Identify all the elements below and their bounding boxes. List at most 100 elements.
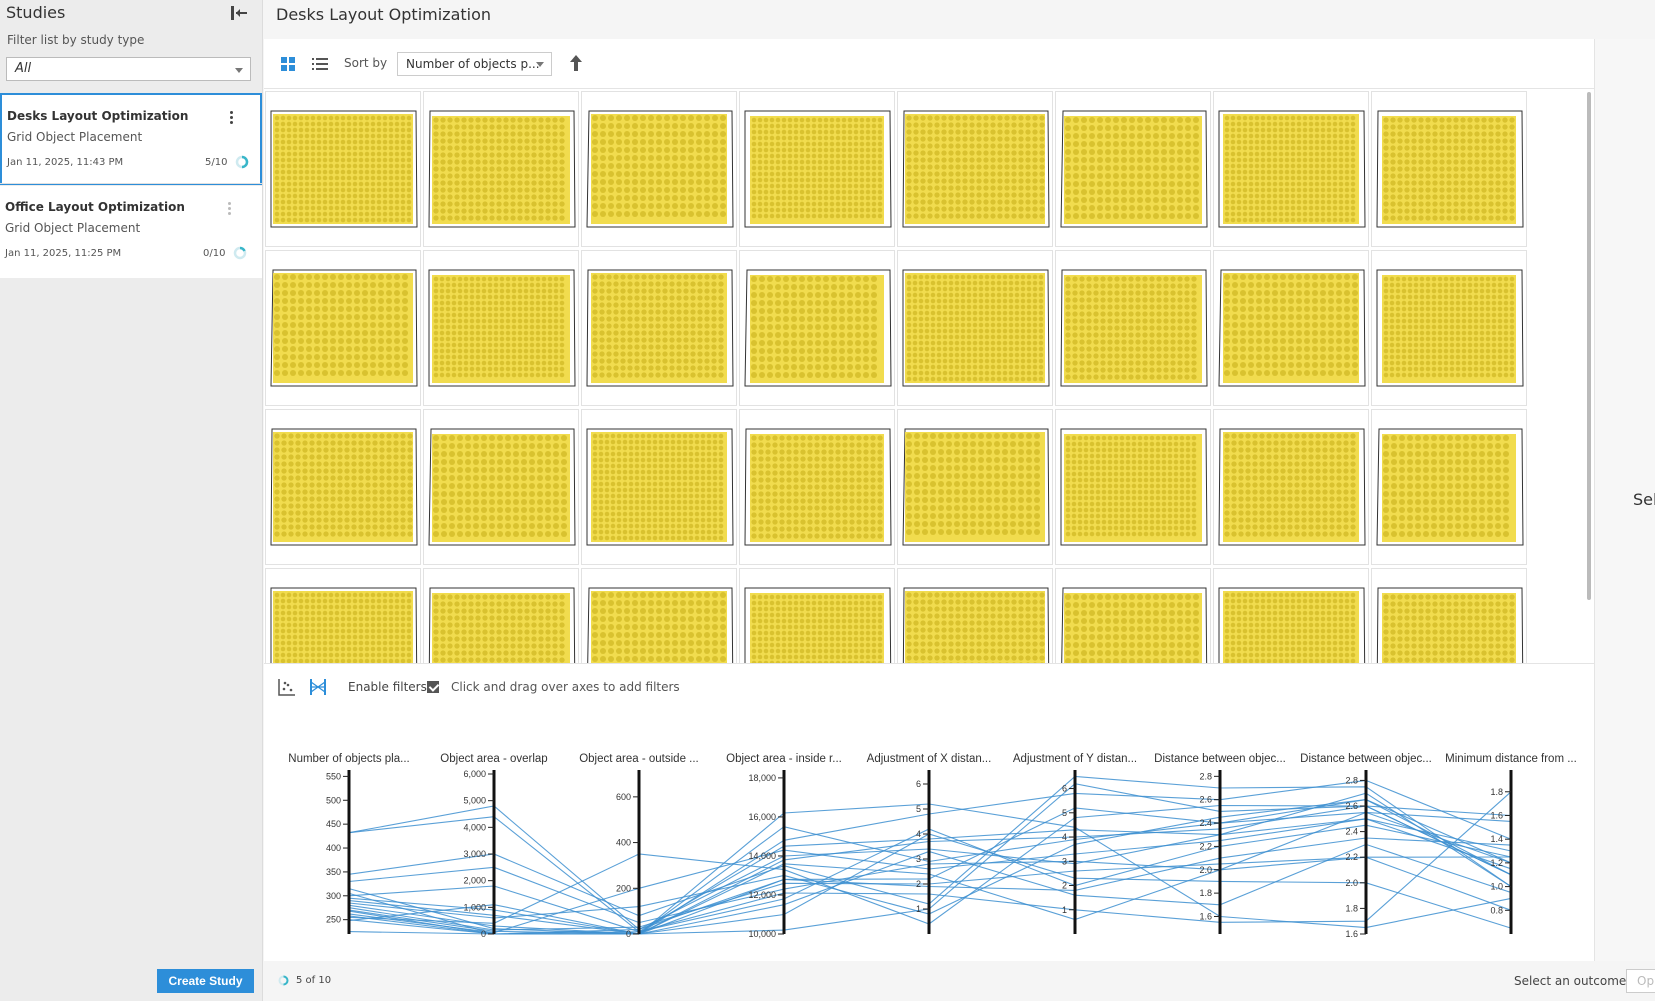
axis-tick-label: 400 xyxy=(326,843,341,853)
sort-ascending-arrow-icon[interactable] xyxy=(569,54,583,72)
parallel-axis[interactable]: 600 400 200 0 Object area - outside ... xyxy=(579,753,699,939)
design-thumbnail[interactable] xyxy=(581,409,737,565)
design-thumbnail[interactable] xyxy=(1055,409,1211,565)
studies-sidebar: Studies Filter list by study type All De… xyxy=(0,0,263,1001)
axis-tick-label: 450 xyxy=(326,819,341,829)
axis-tick-label: 500 xyxy=(326,795,341,805)
design-thumbnail[interactable] xyxy=(739,568,895,663)
parallel-coordinates-icon[interactable] xyxy=(309,678,327,696)
study-title: Office Layout Optimization xyxy=(5,200,185,214)
filter-select-value: All xyxy=(15,61,32,76)
axis-tick-label: 6 xyxy=(916,779,921,789)
design-thumbnail[interactable] xyxy=(897,91,1053,247)
layout-preview xyxy=(1060,269,1208,387)
axis-tick-label: 3,000 xyxy=(463,849,486,859)
layout-preview xyxy=(1376,587,1524,663)
chevron-down-icon xyxy=(235,68,243,73)
axis-tick-label: 1.6 xyxy=(1345,929,1358,939)
design-thumbnail[interactable] xyxy=(265,250,421,406)
parallel-axis[interactable]: 2.8 2.6 2.4 2.2 2.0 1.8 1.6 Distance between ob… xyxy=(1300,753,1432,939)
sidebar-title: Studies xyxy=(6,3,66,22)
scatter-plot-icon[interactable] xyxy=(278,678,296,696)
design-thumbnail[interactable] xyxy=(739,409,895,565)
design-thumbnail[interactable] xyxy=(1213,250,1369,406)
axis-tick-label: 2.8 xyxy=(1199,771,1212,781)
axis-tick-label: 2 xyxy=(916,879,921,889)
parallel-axis[interactable]: 1.8 1.6 1.4 1.2 1.0 0.8 Minimum distance from … xyxy=(1445,753,1577,934)
layout-preview xyxy=(902,587,1050,663)
layout-preview xyxy=(1060,428,1208,546)
axis-tick-label: 2,000 xyxy=(463,876,486,886)
open-outcome-button[interactable]: Op xyxy=(1626,969,1655,993)
parallel-axis[interactable]: 18,000 16,000 14,000 12,000 10,000 Object are… xyxy=(726,753,842,939)
layout-preview xyxy=(586,269,734,387)
axis-tick-label: 3 xyxy=(916,854,921,864)
axis-tick-label: 6,000 xyxy=(463,769,486,779)
design-thumbnail[interactable] xyxy=(1055,568,1211,663)
design-thumbnail[interactable] xyxy=(1371,250,1527,406)
design-thumbnail[interactable] xyxy=(265,568,421,663)
study-more-menu-icon[interactable] xyxy=(227,109,235,127)
sort-by-select[interactable]: Number of objects p... xyxy=(397,52,552,76)
design-thumbnail[interactable] xyxy=(897,250,1053,406)
design-thumbnail[interactable] xyxy=(423,568,579,663)
progress-ring-icon xyxy=(233,246,247,260)
parallel-axis[interactable]: 6 5 4 3 2 1 Adjustment of X distan... xyxy=(867,753,992,934)
axis-tick-label: 2.6 xyxy=(1199,795,1212,805)
layout-preview xyxy=(270,428,418,546)
axis-tick-label: 550 xyxy=(326,771,341,781)
layout-preview xyxy=(428,428,576,546)
layout-preview xyxy=(744,428,892,546)
create-study-button[interactable]: Create Study xyxy=(157,969,254,993)
design-thumbnail[interactable] xyxy=(1371,568,1527,663)
study-card-office[interactable]: Office Layout Optimization Grid Object P… xyxy=(0,186,262,278)
axis-tick-label: 4 xyxy=(1062,832,1067,842)
design-thumbnail[interactable] xyxy=(897,409,1053,565)
design-thumbnail[interactable] xyxy=(1371,91,1527,247)
design-thumbnail[interactable] xyxy=(1213,568,1369,663)
design-thumbnail[interactable] xyxy=(1213,409,1369,565)
design-thumbnail[interactable] xyxy=(1371,409,1527,565)
study-date: Jan 11, 2025, 11:25 PM xyxy=(5,248,122,259)
study-more-menu-icon[interactable] xyxy=(225,200,233,218)
design-thumbnail[interactable] xyxy=(423,250,579,406)
axis-title: Number of objects pla... xyxy=(288,753,409,765)
design-thumbnail[interactable] xyxy=(739,250,895,406)
layout-preview xyxy=(1376,110,1524,228)
layout-preview xyxy=(1376,269,1524,387)
axis-tick-label: 2 xyxy=(1062,881,1067,891)
design-thumbnail[interactable] xyxy=(581,91,737,247)
study-card-desks[interactable]: Desks Layout Optimization Grid Object Pl… xyxy=(0,93,262,185)
design-thumbnail[interactable] xyxy=(423,409,579,565)
enable-filters-checkbox[interactable] xyxy=(427,681,439,693)
design-thumbnail[interactable] xyxy=(739,91,895,247)
axis-tick-label: 400 xyxy=(616,838,631,848)
design-thumbnail[interactable] xyxy=(265,409,421,565)
axis-tick-label: 2.8 xyxy=(1345,775,1358,785)
design-thumbnail[interactable] xyxy=(1055,250,1211,406)
design-thumbnail[interactable] xyxy=(265,91,421,247)
sort-select-value: Number of objects p... xyxy=(406,57,540,71)
study-progress-count: 0/10 xyxy=(203,248,226,259)
progress-ring-icon xyxy=(235,155,249,169)
collapse-sidebar-icon[interactable] xyxy=(229,4,249,22)
design-thumbnail[interactable] xyxy=(423,91,579,247)
layout-preview xyxy=(428,587,576,663)
layout-preview xyxy=(1061,587,1208,663)
layout-preview xyxy=(1376,428,1524,546)
axis-tick-label: 1.0 xyxy=(1490,882,1503,892)
design-thumbnail[interactable] xyxy=(1055,91,1211,247)
filter-label: Filter list by study type xyxy=(7,33,145,47)
study-type-filter-select[interactable]: All xyxy=(6,57,251,81)
design-thumbnail[interactable] xyxy=(581,568,737,663)
axis-title: Object area - overlap xyxy=(440,753,547,765)
parallel-coordinates-chart[interactable]: 550500450400350300250Number of objects p… xyxy=(264,664,1594,962)
list-view-icon[interactable] xyxy=(312,56,328,72)
design-thumbnail[interactable] xyxy=(581,250,737,406)
design-thumbnail[interactable] xyxy=(897,568,1053,663)
scrollbar-thumb[interactable] xyxy=(1587,92,1591,600)
axis-tick-label: 10,000 xyxy=(748,929,776,939)
grid-view-icon[interactable] xyxy=(280,56,296,72)
layout-preview xyxy=(1060,110,1208,228)
design-thumbnail[interactable] xyxy=(1213,91,1369,247)
